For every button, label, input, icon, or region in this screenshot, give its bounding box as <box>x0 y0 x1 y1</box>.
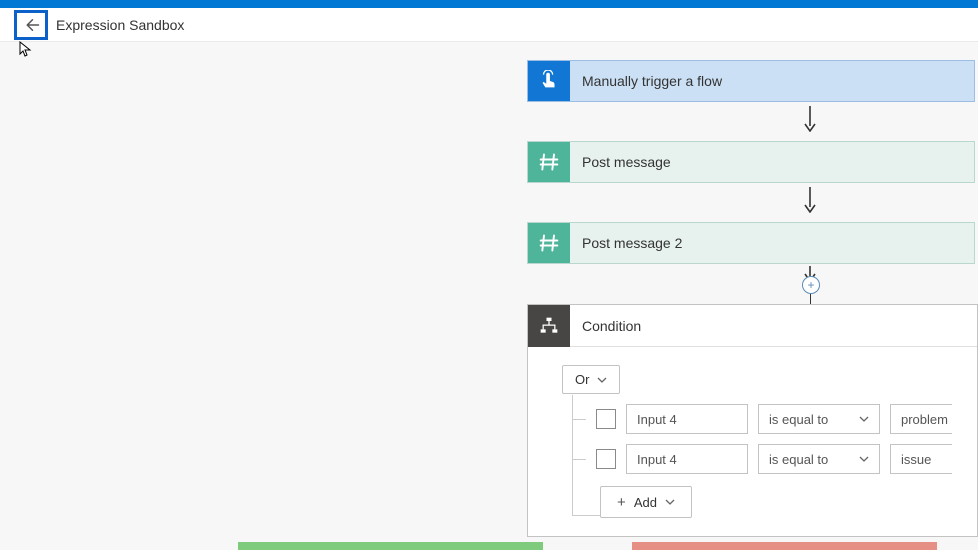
row-checkbox[interactable] <box>596 449 616 469</box>
connector-arrow <box>800 186 820 214</box>
hash-icon <box>539 233 559 253</box>
condition-value-input[interactable]: problem <box>890 404 952 434</box>
back-button[interactable] <box>14 10 48 40</box>
header-bar: Expression Sandbox <box>0 8 978 42</box>
condition-operator-select[interactable]: is equal to <box>758 404 880 434</box>
flow-step-post-message-2[interactable]: Post message 2 <box>527 222 975 264</box>
hash-icon <box>539 152 559 172</box>
page-title: Expression Sandbox <box>56 17 184 33</box>
chevron-down-icon <box>859 454 869 464</box>
connector-line <box>810 294 811 304</box>
hand-tap-icon <box>538 70 560 92</box>
arrow-left-icon <box>22 16 40 34</box>
branch-icon <box>539 316 559 336</box>
condition-card[interactable]: Condition Or Input 4 is equal to problem <box>527 304 978 537</box>
condition-icon-box <box>528 305 570 347</box>
insert-step-button[interactable]: + <box>802 276 820 294</box>
connector-arrow <box>800 105 820 133</box>
branch-yes-strip <box>238 542 543 550</box>
condition-value-input[interactable]: issue <box>890 444 952 474</box>
tree-hline <box>572 515 600 516</box>
chevron-down-icon <box>859 414 869 424</box>
branch-no-strip <box>632 542 937 550</box>
step-label: Post message 2 <box>570 223 974 263</box>
app-accent-bar <box>0 0 978 8</box>
step-label: Post message <box>570 142 974 182</box>
slack-icon-box <box>528 223 570 263</box>
condition-operator-select[interactable]: is equal to <box>758 444 880 474</box>
condition-row: Input 4 is equal to issue <box>572 444 977 474</box>
flow-trigger-card[interactable]: Manually trigger a flow <box>527 60 975 102</box>
tree-hline <box>572 459 586 460</box>
tree-hline <box>572 419 586 420</box>
logic-operator-selector[interactable]: Or <box>562 365 620 394</box>
add-condition-button[interactable]: + Add <box>600 486 692 518</box>
add-label: Add <box>634 495 657 510</box>
flow-step-post-message[interactable]: Post message <box>527 141 975 183</box>
condition-operator-label: is equal to <box>769 412 828 427</box>
trigger-icon-box <box>528 61 570 101</box>
trigger-label: Manually trigger a flow <box>570 61 974 101</box>
condition-left-operand[interactable]: Input 4 <box>626 444 748 474</box>
condition-body: Or Input 4 is equal to problem Input 4 i… <box>528 347 977 536</box>
chevron-down-icon <box>665 497 675 507</box>
logic-operator-label: Or <box>575 372 589 387</box>
condition-left-operand[interactable]: Input 4 <box>626 404 748 434</box>
condition-row: Input 4 is equal to problem <box>572 404 977 434</box>
plus-icon: + <box>617 494 626 511</box>
row-checkbox[interactable] <box>596 409 616 429</box>
condition-header[interactable]: Condition <box>528 305 977 347</box>
condition-title: Condition <box>570 305 977 347</box>
condition-operator-label: is equal to <box>769 452 828 467</box>
tree-vline <box>572 395 573 515</box>
flow-canvas[interactable]: Manually trigger a flow Post message Pos… <box>0 42 978 550</box>
slack-icon-box <box>528 142 570 182</box>
chevron-down-icon <box>597 375 607 385</box>
